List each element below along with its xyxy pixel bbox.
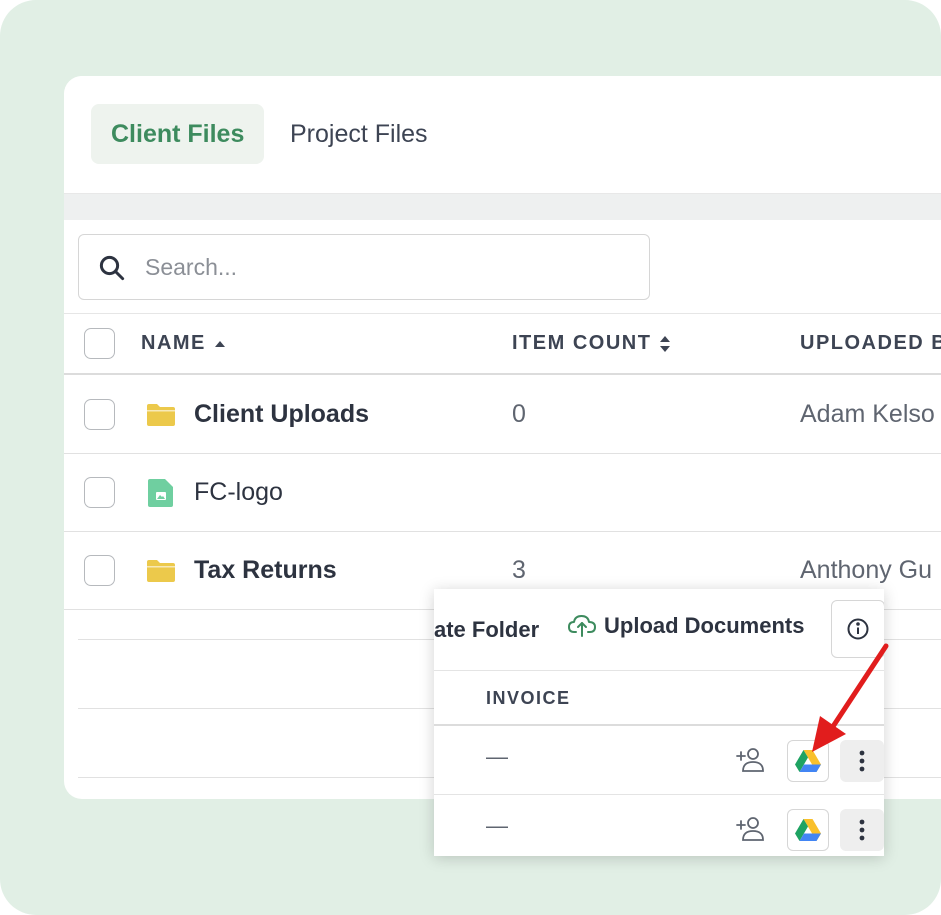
upload-documents-button[interactable]: Upload Documents bbox=[568, 613, 804, 639]
tab-bar: Client Files Project Files bbox=[64, 76, 941, 194]
column-header-item-count[interactable]: ITEM COUNT bbox=[512, 332, 671, 355]
row-name[interactable]: FC-logo bbox=[194, 478, 283, 507]
upload-documents-label: Upload Documents bbox=[604, 613, 805, 638]
sort-icon bbox=[660, 335, 671, 352]
row-checkbox[interactable] bbox=[84, 399, 115, 430]
invoice-value: — bbox=[486, 744, 508, 769]
column-header-uploaded-by[interactable]: UPLOADED B bbox=[800, 332, 941, 355]
table-row[interactable]: FC-logo bbox=[64, 454, 941, 532]
info-icon bbox=[847, 618, 869, 640]
table-header: NAME ITEM COUNT UPLOADED B bbox=[64, 313, 941, 375]
column-header-name-label: NAME bbox=[141, 332, 206, 354]
cloud-upload-icon bbox=[568, 615, 596, 637]
google-drive-button[interactable] bbox=[787, 809, 829, 851]
column-header-name[interactable]: NAME bbox=[141, 332, 226, 355]
sort-asc-icon bbox=[214, 340, 225, 347]
google-drive-icon bbox=[795, 819, 821, 841]
section-gap bbox=[64, 194, 941, 220]
row-item-count: 0 bbox=[512, 400, 526, 428]
tab-client-files[interactable]: Client Files bbox=[91, 104, 265, 164]
image-file-icon bbox=[148, 479, 173, 507]
add-user-icon[interactable] bbox=[736, 744, 766, 774]
row-name[interactable]: Client Uploads bbox=[194, 400, 369, 429]
column-header-item-count-label: ITEM COUNT bbox=[512, 332, 652, 354]
column-header-invoice[interactable]: INVOICE bbox=[486, 688, 571, 709]
table-row: — bbox=[434, 795, 884, 856]
table-row[interactable]: Client Uploads 0 Adam Kelso bbox=[64, 376, 941, 454]
column-header-uploaded-by-label: UPLOADED B bbox=[800, 332, 941, 354]
red-arrow-icon bbox=[812, 643, 889, 752]
invoice-value: — bbox=[486, 813, 508, 838]
select-all-checkbox[interactable] bbox=[84, 328, 115, 359]
folder-icon bbox=[147, 404, 175, 426]
tab-project-files[interactable]: Project Files bbox=[270, 104, 448, 164]
search-input[interactable] bbox=[145, 247, 625, 287]
more-vertical-icon bbox=[859, 819, 865, 841]
create-folder-button[interactable]: ate Folder bbox=[434, 617, 539, 643]
row-uploaded-by: Adam Kelso bbox=[800, 400, 935, 428]
search-icon bbox=[99, 255, 125, 281]
search-box[interactable] bbox=[78, 234, 650, 300]
more-button[interactable] bbox=[840, 809, 884, 851]
add-user-icon[interactable] bbox=[736, 813, 766, 843]
row-checkbox[interactable] bbox=[84, 477, 115, 508]
